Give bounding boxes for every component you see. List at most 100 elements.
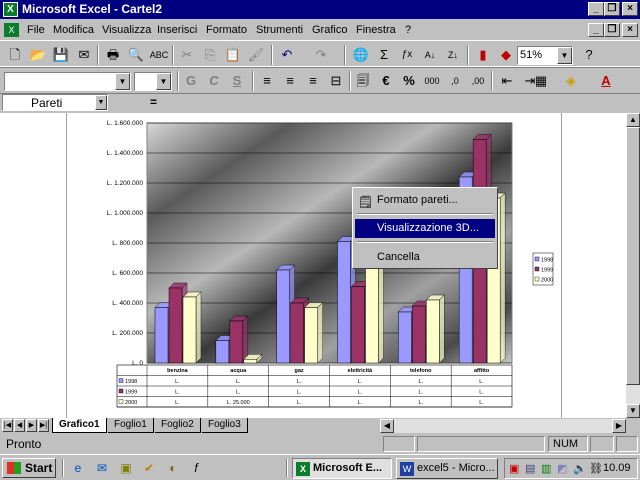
- hyperlink-icon[interactable]: 🌐: [350, 45, 372, 65]
- menu-item-formato-pareti[interactable]: 🗒 Formato pareti...: [355, 191, 495, 210]
- menu-file[interactable]: File: [27, 24, 45, 36]
- cut-icon[interactable]: ✂: [176, 45, 198, 65]
- chevron-down-icon[interactable]: ▼: [557, 47, 572, 64]
- bar-1999-telefono[interactable]: [412, 305, 426, 364]
- align-right-icon[interactable]: ≡: [302, 71, 324, 91]
- autosum-icon[interactable]: Σ: [373, 45, 395, 65]
- help-icon[interactable]: ?: [578, 45, 600, 65]
- tab-foglio2[interactable]: Foglio2: [155, 418, 201, 433]
- script-icon[interactable]: f: [188, 460, 204, 476]
- prev-sheet-icon[interactable]: ◀: [14, 419, 25, 432]
- bar-1998-acqua[interactable]: [215, 340, 230, 364]
- document-icon[interactable]: X: [4, 23, 19, 37]
- italic-button[interactable]: C: [203, 71, 225, 91]
- tab-foglio3[interactable]: Foglio3: [202, 418, 248, 433]
- menu-inserisci[interactable]: Inserisci: [157, 24, 197, 36]
- bar-1999-benzina[interactable]: [168, 287, 183, 364]
- decrease-indent-icon[interactable]: ⇤: [496, 71, 518, 91]
- menu-modifica[interactable]: Modifica: [53, 24, 94, 36]
- vertical-scrollbar[interactable]: ▲ ▼: [626, 113, 640, 418]
- undo-icon[interactable]: ↶: [276, 45, 298, 65]
- scroll-up-icon[interactable]: ▲: [626, 113, 640, 127]
- align-left-icon[interactable]: ≡: [256, 71, 278, 91]
- comma-style-icon[interactable]: 000: [421, 71, 443, 91]
- name-box[interactable]: Pareti ▼: [2, 94, 108, 111]
- doc-minimize-button[interactable]: _: [588, 23, 604, 37]
- bar-1998-benzina[interactable]: [154, 307, 169, 364]
- decrease-decimal-icon[interactable]: ,00: [467, 71, 489, 91]
- percent-button[interactable]: %: [398, 71, 420, 91]
- chevron-down-icon[interactable]: ▼: [115, 73, 130, 90]
- volume-icon[interactable]: 🔈: [573, 462, 587, 475]
- bar-1999-acqua[interactable]: [229, 320, 244, 364]
- restore-button[interactable]: ❐: [604, 2, 620, 16]
- channels-icon[interactable]: ✔: [141, 460, 157, 476]
- minimize-button[interactable]: _: [588, 2, 604, 16]
- euro-button[interactable]: €: [375, 71, 397, 91]
- bar-1998-elettricità[interactable]: [337, 241, 351, 364]
- bar-2000-telefono[interactable]: [426, 299, 440, 364]
- bar-2000-benzina[interactable]: [182, 296, 197, 364]
- bar-2000-elettricità[interactable]: [365, 259, 379, 364]
- scroll-right-icon[interactable]: ▶: [612, 419, 626, 433]
- new-icon[interactable]: 🗋: [4, 45, 26, 65]
- close-button[interactable]: ×: [622, 2, 638, 16]
- desktop-icon[interactable]: ▣: [118, 460, 134, 476]
- bar-1999-gaz[interactable]: [290, 302, 304, 364]
- underline-button[interactable]: S: [226, 71, 248, 91]
- gadget-icon[interactable]: ◐: [165, 460, 181, 476]
- copy-icon[interactable]: ⎘: [199, 45, 221, 65]
- tray-icon[interactable]: ▥: [541, 462, 551, 475]
- zoom-combo[interactable]: 51% ▼: [517, 46, 573, 65]
- last-sheet-icon[interactable]: ▶|: [38, 419, 49, 432]
- menu-visualizza[interactable]: Visualizza: [102, 24, 151, 36]
- menu-item-visualizzazione-3d[interactable]: Visualizzazione 3D...: [355, 219, 495, 238]
- tray-icon[interactable]: ▤: [525, 462, 535, 475]
- internet-explorer-icon[interactable]: e: [70, 460, 86, 476]
- scroll-left-icon[interactable]: ◀: [380, 419, 394, 433]
- start-button[interactable]: Start: [2, 458, 56, 478]
- redo-icon[interactable]: ↷: [310, 45, 332, 65]
- font-name-combo[interactable]: ▼: [4, 72, 131, 91]
- print-icon[interactable]: 🖶: [102, 45, 124, 65]
- tab-grafico1[interactable]: Grafico1: [52, 418, 107, 433]
- excel-icon[interactable]: X: [3, 2, 18, 17]
- tab-foglio1[interactable]: Foglio1: [108, 418, 154, 433]
- drawing-icon[interactable]: ◆: [495, 45, 517, 65]
- fill-color-icon[interactable]: ◈: [560, 71, 582, 91]
- next-sheet-icon[interactable]: ▶: [26, 419, 37, 432]
- bar-1998-gaz[interactable]: [276, 269, 290, 364]
- chart-wizard-icon[interactable]: ▮: [472, 45, 494, 65]
- borders-icon[interactable]: ▦: [530, 71, 552, 91]
- bar-1999-elettricità[interactable]: [351, 286, 365, 364]
- sort-asc-icon[interactable]: A↓: [419, 45, 441, 65]
- menu-finestra[interactable]: Finestra: [356, 24, 396, 36]
- preview-icon[interactable]: 🔍: [125, 45, 147, 65]
- tray-icon[interactable]: ◩: [557, 462, 567, 475]
- function-icon[interactable]: ƒx: [396, 45, 418, 65]
- increase-decimal-icon[interactable]: ,0: [444, 71, 466, 91]
- first-sheet-icon[interactable]: |◀: [2, 419, 13, 432]
- merge-center-icon[interactable]: ⊟: [325, 71, 347, 91]
- menu-help[interactable]: ?: [405, 24, 411, 36]
- chevron-down-icon[interactable]: ▼: [95, 95, 107, 110]
- doc-close-button[interactable]: ×: [622, 23, 638, 37]
- save-icon[interactable]: 💾: [50, 45, 72, 65]
- scroll-down-icon[interactable]: ▼: [626, 404, 640, 418]
- font-color-icon[interactable]: A: [595, 71, 617, 91]
- outlook-icon[interactable]: ✉: [94, 460, 110, 476]
- font-size-combo[interactable]: ▼: [134, 72, 172, 91]
- bar-1998-telefono[interactable]: [398, 311, 412, 364]
- task-button-excel[interactable]: X Microsoft E...: [292, 458, 392, 479]
- chevron-down-icon[interactable]: ▼: [156, 73, 171, 90]
- sort-desc-icon[interactable]: Z↓: [442, 45, 464, 65]
- menu-item-cancella[interactable]: Cancella: [355, 248, 495, 267]
- currency-style-icon[interactable]: 🗐: [352, 71, 374, 91]
- menu-grafico[interactable]: Grafico: [312, 24, 347, 36]
- doc-restore-button[interactable]: ❐: [604, 23, 620, 37]
- open-icon[interactable]: 📂: [27, 45, 49, 65]
- bar-2000-acqua[interactable]: [243, 359, 258, 364]
- menu-strumenti[interactable]: Strumenti: [256, 24, 303, 36]
- network-icon[interactable]: ⛓: [589, 462, 603, 475]
- formula-input[interactable]: [172, 94, 638, 111]
